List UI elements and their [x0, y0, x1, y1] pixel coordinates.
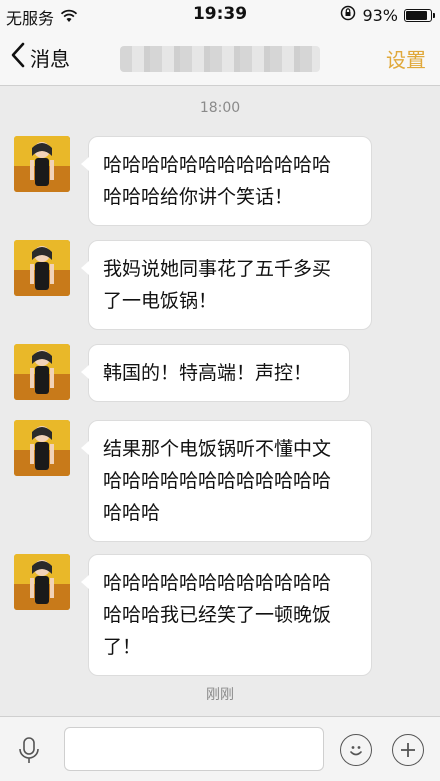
message-bubble[interactable]: 韩国的！特高端！声控！: [81, 344, 350, 402]
message-line: 哈哈哈我已经笑了一顿晚饭: [103, 604, 332, 626]
avatar[interactable]: [14, 344, 70, 400]
message-bubble[interactable]: 结果那个电饭锅听不懂中文 哈哈哈哈哈哈哈哈哈哈哈哈 哈哈哈: [81, 420, 372, 542]
settings-button[interactable]: 设置: [386, 44, 426, 73]
avatar[interactable]: [14, 420, 70, 476]
message-line: 我妈说她同事花了五千多买: [103, 258, 332, 280]
plus-icon[interactable]: [392, 734, 424, 766]
timestamp: 18:00: [199, 100, 241, 116]
message-bubble[interactable]: 我妈说她同事花了五千多买 了一电饭锅！: [81, 240, 372, 330]
battery-percent: 93%: [362, 5, 398, 25]
avatar[interactable]: [14, 240, 70, 296]
back-label: 消息: [30, 47, 70, 71]
battery-icon: [404, 8, 435, 22]
message-input[interactable]: [64, 727, 324, 771]
message-line: 韩国的！特高端！声控！: [103, 362, 313, 384]
timestamp: 刚刚: [206, 687, 234, 703]
back-button[interactable]: 消息: [10, 42, 70, 73]
status-bar: 无服务 19:39 93%: [0, 0, 440, 30]
message-bubble[interactable]: 哈哈哈哈哈哈哈哈哈哈哈哈 哈哈哈我已经笑了一顿晚饭 了！: [81, 554, 372, 676]
message-bubble[interactable]: 哈哈哈哈哈哈哈哈哈哈哈哈 哈哈哈给你讲个笑话！: [81, 136, 372, 226]
input-bar: [0, 716, 440, 781]
smiley-icon[interactable]: [340, 734, 372, 766]
contact-name-blurred: [120, 46, 320, 72]
message-line: 了！: [103, 636, 142, 658]
message-line: 哈哈哈给你讲个笑话！: [103, 186, 294, 208]
message-line: 结果那个电饭锅听不懂中文: [103, 438, 332, 460]
message-line: 哈哈哈哈哈哈哈哈哈哈哈哈: [103, 572, 332, 594]
nav-bar: 消息 设置: [0, 30, 440, 86]
message-line: 哈哈哈: [103, 502, 161, 524]
status-right: 93%: [340, 5, 435, 25]
chevron-left-icon: [10, 42, 26, 73]
message-line: 了一电饭锅！: [103, 290, 218, 312]
rotation-lock-icon: [340, 5, 356, 25]
microphone-icon[interactable]: [14, 735, 44, 765]
message-line: 哈哈哈哈哈哈哈哈哈哈哈哈: [103, 154, 332, 176]
avatar[interactable]: [14, 554, 70, 610]
message-line: 哈哈哈哈哈哈哈哈哈哈哈哈: [103, 470, 332, 492]
avatar[interactable]: [14, 136, 70, 192]
battery-fill: [406, 10, 427, 20]
